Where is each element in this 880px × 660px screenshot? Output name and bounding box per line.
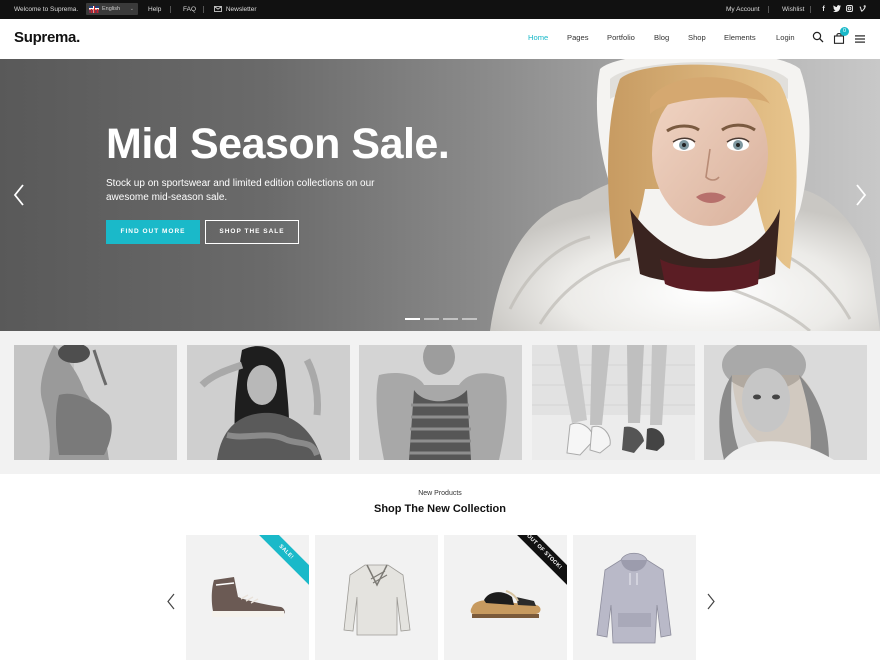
nav-pages[interactable]: Pages xyxy=(567,33,589,42)
slider-dot[interactable] xyxy=(424,318,439,320)
hero-model-image xyxy=(490,59,880,331)
help-link[interactable]: Help xyxy=(148,0,161,19)
hero-slider: Mid Season Sale. Stock up on sportswear … xyxy=(0,59,880,331)
top-bar: Welcome to Suprema. English ⌄ Help FAQ N… xyxy=(0,0,880,19)
category-tile-model-5[interactable] xyxy=(704,345,867,460)
shop-the-sale-button[interactable]: SHOP THE SALE xyxy=(205,220,299,244)
nav-login[interactable]: Login xyxy=(776,33,795,42)
instagram-icon[interactable] xyxy=(845,5,854,14)
welcome-text: Welcome to Suprema. xyxy=(14,6,79,13)
hero-title: Mid Season Sale. xyxy=(106,120,450,168)
chevron-right-icon[interactable] xyxy=(706,593,716,610)
divider xyxy=(203,6,204,13)
chevron-left-icon[interactable] xyxy=(12,183,26,207)
product-card-hoodie[interactable] xyxy=(573,535,696,660)
language-selector[interactable]: English ⌄ xyxy=(86,3,138,15)
cart-count-badge: 0 xyxy=(840,27,849,36)
faq-link[interactable]: FAQ xyxy=(183,0,196,19)
vimeo-icon[interactable] xyxy=(858,5,867,14)
language-label: English xyxy=(102,6,121,12)
category-tile-sneakers[interactable] xyxy=(532,345,695,460)
slider-dot[interactable] xyxy=(462,318,477,320)
find-out-more-button[interactable]: FIND OUT MORE xyxy=(106,220,200,244)
nav-blog[interactable]: Blog xyxy=(654,33,669,42)
twitter-icon[interactable] xyxy=(832,5,841,14)
section-label: New Products xyxy=(418,490,462,497)
uk-flag-icon xyxy=(89,5,99,13)
product-card-sweater[interactable] xyxy=(315,535,438,660)
category-tile-model-3[interactable] xyxy=(359,345,522,460)
chevron-left-icon[interactable] xyxy=(166,593,176,610)
newsletter-label: Newsletter xyxy=(225,6,257,13)
wishlist-link[interactable]: Wishlist xyxy=(782,0,804,19)
nav-portfolio[interactable]: Portfolio xyxy=(607,33,635,42)
divider xyxy=(170,6,171,13)
divider xyxy=(810,6,811,13)
search-icon[interactable] xyxy=(812,31,824,43)
hamburger-menu-icon[interactable] xyxy=(855,35,865,43)
category-tile-model-1[interactable] xyxy=(14,345,177,460)
chevron-right-icon[interactable] xyxy=(854,183,868,207)
chevron-down-icon: ⌄ xyxy=(129,6,134,12)
nav-elements[interactable]: Elements xyxy=(724,33,756,42)
section-title: Shop The New Collection xyxy=(373,503,506,515)
nav-home[interactable]: Home xyxy=(528,33,548,42)
newsletter-link[interactable]: Newsletter xyxy=(214,0,257,19)
my-account-link[interactable]: My Account xyxy=(726,0,760,19)
divider xyxy=(768,6,769,13)
hero-subtitle: Stock up on sportswear and limited editi… xyxy=(106,178,375,203)
nav-shop[interactable]: Shop xyxy=(688,33,706,42)
product-card-sandal[interactable]: OUT OF STOCK! xyxy=(444,535,567,660)
slider-dot[interactable] xyxy=(405,318,420,320)
category-strip xyxy=(0,331,880,474)
sweater-image xyxy=(343,564,411,636)
slider-dot[interactable] xyxy=(443,318,458,320)
site-logo[interactable]: Suprema. xyxy=(14,29,80,46)
hoodie-image xyxy=(596,552,672,644)
main-header: Suprema. Home Pages Portfolio Blog Shop … xyxy=(0,19,880,59)
product-card-sneaker[interactable]: SALE! xyxy=(186,535,309,660)
facebook-icon[interactable]: f xyxy=(819,5,828,14)
envelope-icon xyxy=(214,5,222,12)
category-tile-model-2[interactable] xyxy=(187,345,350,460)
